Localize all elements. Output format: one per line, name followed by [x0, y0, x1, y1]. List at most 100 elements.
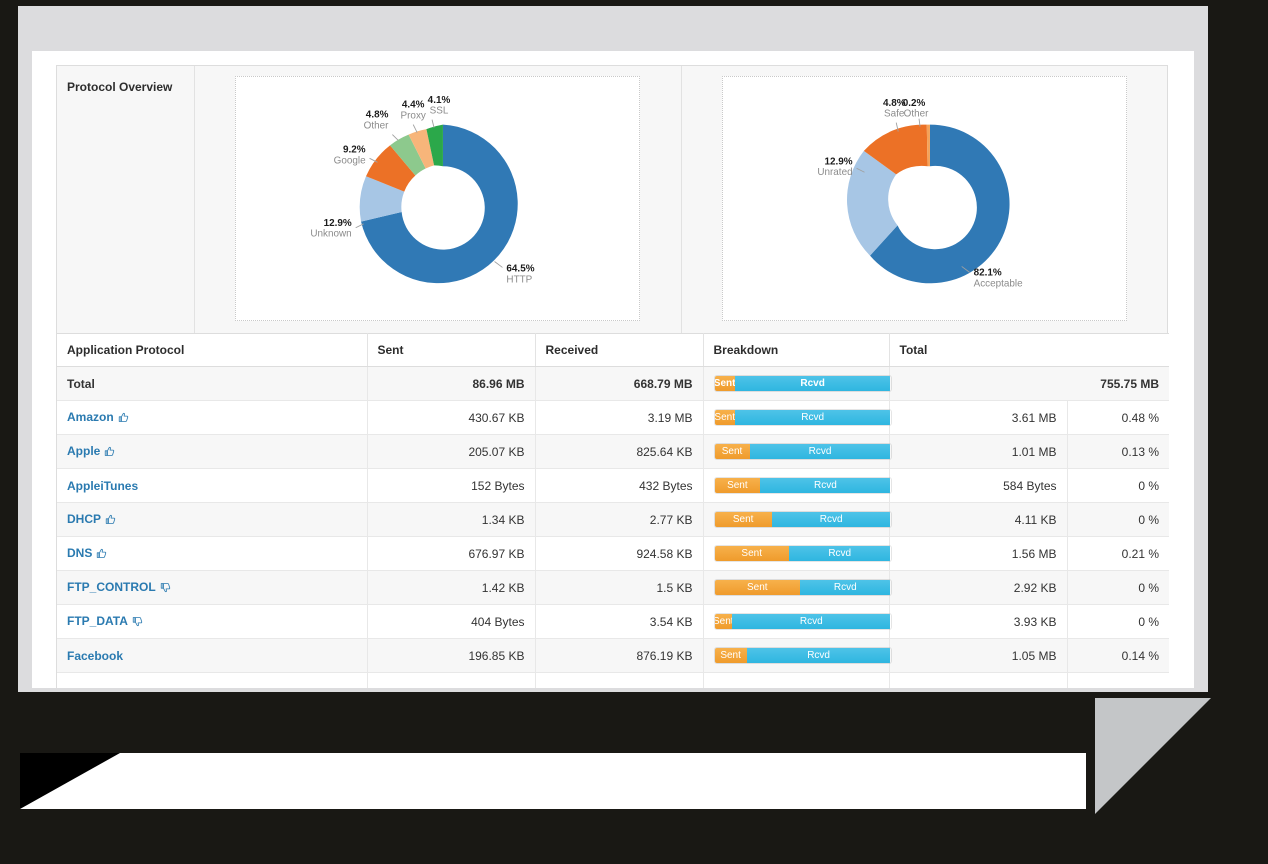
breakdown-bar[interactable]: SentRcvd: [713, 647, 892, 664]
protocol-link[interactable]: FTP_CONTROL: [67, 580, 156, 594]
col-breakdown[interactable]: Breakdown: [703, 333, 890, 367]
col-received[interactable]: Received: [535, 333, 704, 367]
application-protocol-table: Application Protocol Sent Received Break…: [57, 333, 1169, 688]
breakdown-sent-segment: Sent: [714, 376, 735, 391]
protocol-overview-section: Protocol Overview 64.5% HTTP 12.9% Unkno…: [57, 66, 1167, 333]
cell-empty: [703, 672, 890, 688]
cell-breakdown: SentRcvd: [703, 570, 892, 605]
cell-percent: 0.14 %: [1067, 638, 1169, 673]
cell-breakdown: SentRcvd: [703, 366, 892, 401]
cell-sent: 404 Bytes: [367, 604, 536, 639]
cell-protocol-name: Facebook: [57, 638, 368, 673]
thumbs-up-icon[interactable]: [118, 412, 129, 426]
col-application-protocol[interactable]: Application Protocol: [57, 333, 368, 367]
cell-protocol-name: FTP_DATA: [57, 604, 368, 639]
table-row[interactable]: Amazon 430.67 KB 3.19 MB Sent Rcvd 3.61 MB 0.4…: [57, 400, 1169, 435]
chart-pane-rating: 82.1% Acceptable 12.9% Unrated 4.8% Safe…: [681, 66, 1167, 333]
breakdown-sent-segment: Sent: [714, 614, 733, 629]
label-other-name: Other: [364, 121, 389, 132]
chart-pane-protocol: 64.5% HTTP 12.9% Unknown 9.2% Google 4.8…: [195, 66, 682, 333]
label-unknown-pct: 12.9%: [324, 218, 352, 229]
cell-sent: 196.85 KB: [367, 638, 536, 673]
panel-title: Protocol Overview: [57, 66, 195, 333]
thumbs-down-icon[interactable]: [132, 616, 143, 630]
label-google-pct: 9.2%: [343, 144, 366, 155]
cell-percent: 0 %: [1067, 502, 1169, 537]
breakdown-bar[interactable]: SentRcvd: [713, 409, 892, 426]
table-row[interactable]: AppleiTunes 152 Bytes 432 Bytes Sent Rcvd 584…: [57, 468, 1169, 503]
label-http-pct: 64.5%: [507, 263, 535, 274]
table-row[interactable]: Total 86.96 MB 668.79 MB Sent Rcvd 755.75 MB: [57, 366, 1169, 401]
label-proxy-pct: 4.4%: [402, 100, 425, 111]
cell-sent: 86.96 MB: [367, 366, 536, 401]
breakdown-rcvd-segment: Rcvd: [749, 444, 891, 459]
label-ssl-pct: 4.1%: [428, 95, 451, 106]
label-acceptable-name: Acceptable: [973, 278, 1023, 289]
cell-total: 584 Bytes: [889, 468, 1068, 503]
breakdown-bar[interactable]: SentRcvd: [713, 477, 892, 494]
breakdown-bar[interactable]: SentRcvd: [713, 579, 892, 596]
label-other-rating-name: Other: [903, 109, 928, 120]
protocol-link[interactable]: DNS: [67, 546, 92, 560]
cell-breakdown: SentRcvd: [703, 638, 892, 673]
thumbs-up-icon[interactable]: [96, 548, 107, 562]
breakdown-bar[interactable]: SentRcvd: [713, 511, 892, 528]
protocol-link[interactable]: Apple: [67, 444, 100, 458]
protocol-link[interactable]: AppleiTunes: [67, 479, 138, 493]
cell-received: 3.19 MB: [535, 400, 704, 435]
thumbs-down-icon[interactable]: [160, 582, 171, 596]
cell-received: 2.77 KB: [535, 502, 704, 537]
protocol-link[interactable]: FTP_DATA: [67, 614, 128, 628]
window-frame: Protocol Overview 64.5% HTTP 12.9% Unkno…: [18, 6, 1208, 692]
label-other-rating-pct: 0.2%: [903, 98, 926, 109]
label-unrated-name: Unrated: [817, 167, 852, 178]
table-row[interactable]: FTP_DATA 404 Bytes3.54 KB SentRcvd3.93 KB0…: [57, 604, 1169, 639]
cell-protocol-name: AppleiTunes: [57, 468, 368, 503]
label-google-name: Google: [334, 155, 366, 166]
page-fold-corner: [1095, 698, 1211, 814]
thumbs-up-icon[interactable]: [104, 446, 115, 460]
donut-slices-protocol: [359, 124, 518, 284]
table-row[interactable]: FTP_CONTROL 1.42 KB 1.5 KB Sent Rcvd 2.92 KB 0…: [57, 570, 1169, 605]
thumbs-up-icon[interactable]: [105, 514, 116, 528]
cell-total: 3.93 KB: [889, 604, 1068, 639]
table-row[interactable]: Apple 205.07 KB 825.64 KB Sent Rcvd 1.01 MB 0.…: [57, 434, 1169, 469]
breakdown-rcvd-segment: Rcvd: [746, 648, 891, 663]
breakdown-sent-segment: Sent: [714, 478, 761, 493]
breakdown-bar[interactable]: SentRcvd: [713, 545, 892, 562]
label-unrated-pct: 12.9%: [824, 156, 852, 167]
col-sent[interactable]: Sent: [367, 333, 536, 367]
cell-received: 432 Bytes: [535, 468, 704, 503]
label-ssl-name: SSL: [430, 106, 449, 117]
breakdown-rcvd-segment: Rcvd: [788, 546, 891, 561]
screenshot-root: Protocol Overview 64.5% HTTP 12.9% Unkno…: [0, 0, 1268, 864]
donut-chart-protocol: 64.5% HTTP 12.9% Unknown 9.2% Google 4.8…: [235, 76, 641, 321]
protocol-link[interactable]: DHCP: [67, 512, 101, 526]
breakdown-bar[interactable]: SentRcvd: [713, 613, 892, 630]
donut-chart-rating: 82.1% Acceptable 12.9% Unrated 4.8% Safe…: [721, 76, 1127, 321]
table-row[interactable]: DNS 676.97 KB 924.58 KB Sent Rcvd 1.56 MB 0.21…: [57, 536, 1169, 571]
cell-received: 3.54 KB: [535, 604, 704, 639]
cell-protocol-name: Amazon: [57, 400, 368, 435]
breakdown-bar[interactable]: SentRcvd: [713, 443, 892, 460]
table-row[interactable]: DHCP 1.34 KB 2.77 KB Sent Rcvd 4.11 KB 0 %: [57, 502, 1169, 537]
protocol-link[interactable]: Facebook: [67, 649, 123, 663]
cell-protocol-name: Total: [57, 366, 368, 401]
protocol-link[interactable]: Amazon: [67, 410, 114, 424]
table-row[interactable]: Facebook 196.85 KB 876.19 KB Sent Rcvd 1.05 M…: [57, 638, 1169, 673]
cell-percent: 0 %: [1067, 468, 1169, 503]
breakdown-bar[interactable]: SentRcvd: [713, 375, 892, 392]
breakdown-sent-segment: Sent: [714, 512, 772, 527]
col-total[interactable]: Total: [889, 333, 1169, 367]
cell-protocol-name: FTP_CONTROL: [57, 570, 368, 605]
cell-total: 1.01 MB: [889, 434, 1068, 469]
table-body: Total 86.96 MB 668.79 MB Sent Rcvd 755.75 MB A…: [57, 366, 1169, 688]
breakdown-sent-segment: Sent: [714, 648, 747, 663]
donut-protocol-svg: 64.5% HTTP 12.9% Unknown 9.2% Google 4.8…: [311, 95, 535, 286]
cell-breakdown: SentRcvd: [703, 502, 892, 537]
donut-slices-rating: [846, 124, 1010, 284]
cell-total: 1.05 MB: [889, 638, 1068, 673]
cell-empty: [535, 672, 704, 688]
cell-sent: 1.42 KB: [367, 570, 536, 605]
label-acceptable-pct: 82.1%: [973, 267, 1001, 278]
